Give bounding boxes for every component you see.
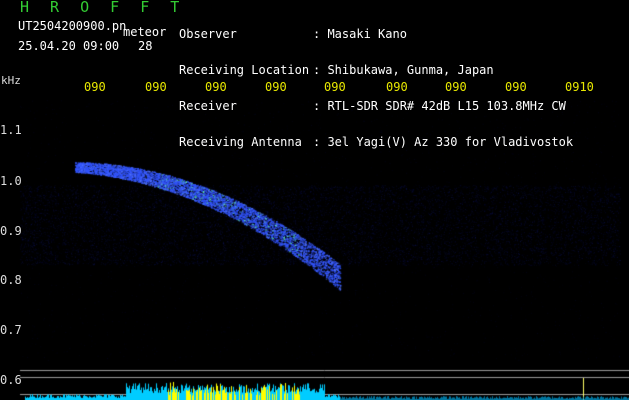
time-tick: 090 — [445, 80, 467, 94]
time-tick: 090 — [265, 80, 287, 94]
info-row-observer: Observer: Masaki Kano — [179, 27, 407, 41]
info-row-location: Receiving Location: Shibukawa, Gunma, Ja… — [179, 63, 494, 77]
app-title: H R O F F T — [20, 0, 186, 16]
file-name: UT2504200900.pn — [18, 19, 127, 33]
time-tick: 090 — [505, 80, 527, 94]
time-tick: 090 — [205, 80, 227, 94]
freq-tick: 0.6 — [0, 373, 22, 387]
freq-tick: 0.7 — [0, 323, 22, 337]
info-row-receiver: Receiver: RTL-SDR SDR# 42dB L15 103.8MHz… — [179, 99, 566, 113]
freq-unit-label: kHz — [1, 74, 21, 87]
date-time: 25.04.20 09:00 — [18, 39, 120, 53]
time-tick: 090 — [84, 80, 106, 94]
meteor-label: meteor — [123, 25, 167, 39]
info-row-antenna: Receiving Antenna: 3el Yagi(V) Az 330 fo… — [179, 135, 574, 149]
meteor-count: 28 — [138, 39, 153, 53]
freq-tick: 1.0 — [0, 174, 22, 188]
freq-tick: 0.9 — [0, 224, 22, 238]
freq-tick: 1.1 — [0, 123, 22, 137]
time-tick: 090 — [145, 80, 167, 94]
time-tick: 0910 — [565, 80, 594, 94]
time-tick: 090 — [324, 80, 346, 94]
freq-tick: 0.8 — [0, 273, 22, 287]
time-tick: 090 — [386, 80, 408, 94]
